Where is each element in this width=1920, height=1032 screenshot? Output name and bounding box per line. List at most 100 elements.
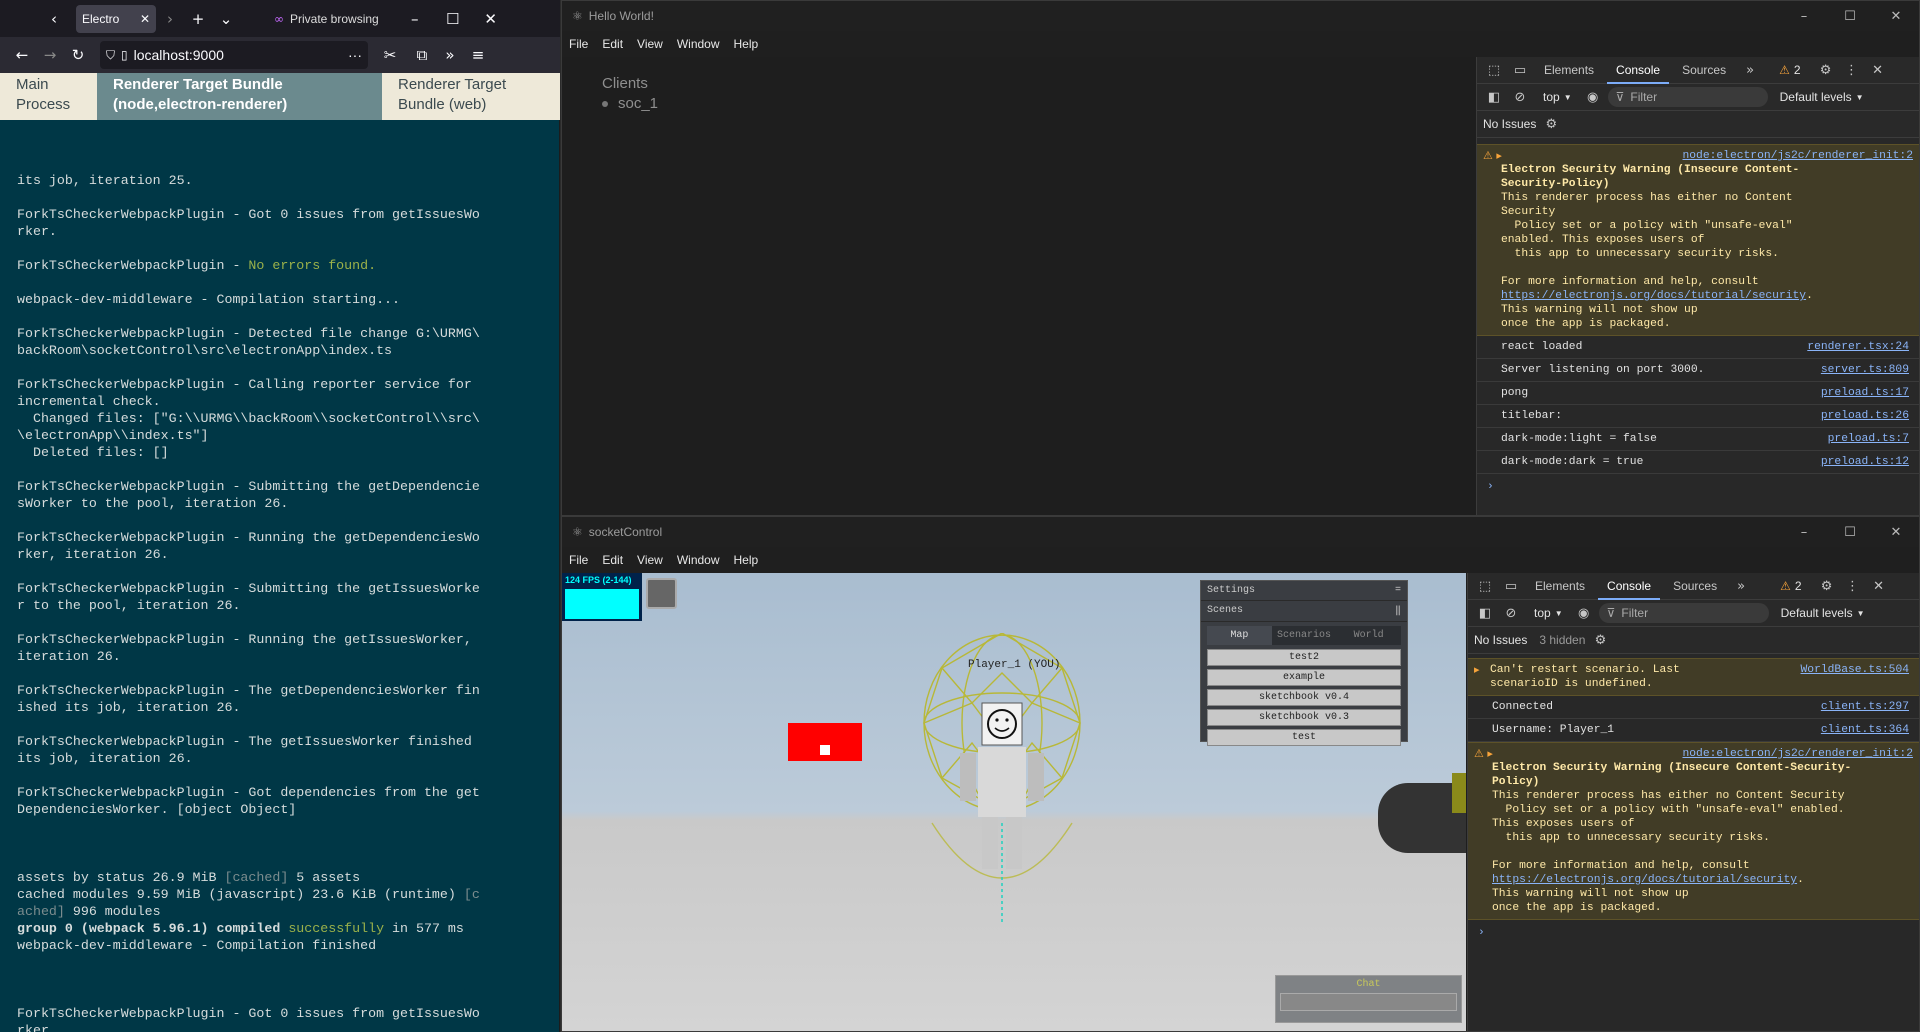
tab-elements[interactable]: Elements [1535, 57, 1603, 84]
menu-file[interactable]: File [562, 553, 595, 567]
tab-renderer-web[interactable]: Renderer Target Bundle (web) [382, 73, 560, 120]
tab-scroll-right-icon[interactable]: › [156, 5, 184, 33]
url-bar[interactable]: ⛉ ▯ localhost:9000 ··· [100, 41, 368, 69]
screenshot-icon[interactable]: ✂ [376, 41, 404, 69]
source-link[interactable]: preload.ts:17 [1821, 386, 1909, 400]
page-actions-icon[interactable]: ··· [348, 47, 362, 63]
reload-icon[interactable]: ↻ [64, 41, 92, 69]
source-link[interactable]: node:electron/js2c/renderer_init:2 [1683, 150, 1914, 162]
warning-icon[interactable]: ⚠ [1779, 63, 1790, 77]
settings-gear-icon[interactable]: ⚙ [1816, 575, 1838, 597]
back-icon[interactable]: ← [8, 41, 36, 69]
tab-map[interactable]: Map [1207, 626, 1272, 645]
console-prompt-icon[interactable]: › [1468, 920, 1919, 946]
device-toolbar-icon[interactable]: ▭ [1509, 59, 1531, 81]
source-link[interactable]: preload.ts:7 [1828, 432, 1909, 446]
forward-icon[interactable]: → [36, 41, 64, 69]
issues-count[interactable]: No Issues [1483, 117, 1536, 131]
kebab-menu-icon[interactable]: ⋮ [1841, 59, 1863, 81]
warning-count[interactable]: 2 [1795, 579, 1802, 593]
menu-help[interactable]: Help [727, 553, 766, 567]
issues-settings-icon[interactable]: ⚙ [1589, 629, 1611, 651]
scene-button[interactable]: example [1207, 669, 1401, 686]
eye-icon[interactable]: ◉ [1582, 86, 1604, 108]
more-tabs-icon[interactable]: » [1730, 575, 1752, 597]
menu-edit[interactable]: Edit [595, 37, 630, 51]
dropdown-icon[interactable]: ▼ [1857, 609, 1865, 618]
menu-edit[interactable]: Edit [595, 553, 630, 567]
dropdown-icon[interactable]: ▼ [1856, 93, 1864, 102]
sidebar-icon[interactable]: ◧ [1474, 602, 1496, 624]
menu-help[interactable]: Help [727, 37, 766, 51]
tab-elements[interactable]: Elements [1526, 573, 1594, 600]
settings-gear-icon[interactable]: ⚙ [1815, 59, 1837, 81]
close-devtools-icon[interactable]: ✕ [1867, 59, 1889, 81]
collapse-icon[interactable]: = [1395, 585, 1401, 596]
collapse-icon[interactable]: ‖ [1395, 605, 1401, 617]
tab-console[interactable]: Console [1598, 573, 1661, 600]
scenes-header[interactable]: Scenes ‖ [1201, 601, 1407, 622]
browser-tab[interactable]: Electro ✕ [76, 4, 156, 33]
eye-icon[interactable]: ◉ [1573, 602, 1595, 624]
source-link[interactable]: client.ts:297 [1821, 700, 1909, 714]
source-link[interactable]: preload.ts:26 [1821, 409, 1909, 423]
menu-window[interactable]: Window [670, 553, 727, 567]
log-levels-select[interactable]: Default levels [1781, 606, 1853, 620]
client-item[interactable]: soc_1 [602, 95, 1475, 112]
hidden-count[interactable]: 3 hidden [1539, 633, 1585, 647]
scene-button[interactable]: test2 [1207, 649, 1401, 666]
menu-icon[interactable]: ≡ [464, 41, 492, 69]
menu-window[interactable]: Window [670, 37, 727, 51]
tab-console[interactable]: Console [1607, 57, 1670, 84]
scene-button[interactable]: sketchbook v0.3 [1207, 709, 1401, 726]
filter-input[interactable]: ⊽ Filter [1607, 87, 1768, 107]
maximize-icon[interactable]: ☐ [439, 5, 467, 33]
device-toolbar-icon[interactable]: ▭ [1500, 575, 1522, 597]
tab-list-back-icon[interactable]: ‹ [40, 5, 68, 33]
dropdown-icon[interactable]: ▼ [1564, 93, 1572, 102]
settings-header[interactable]: Settings = [1201, 581, 1407, 601]
tab-scenarios[interactable]: Scenarios [1272, 626, 1337, 645]
clear-console-icon[interactable]: ⊘ [1500, 602, 1522, 624]
minimize-icon[interactable]: – [401, 5, 429, 33]
chat-input[interactable] [1280, 993, 1457, 1011]
source-link[interactable]: node:electron/js2c/renderer_init:2 [1683, 748, 1914, 760]
url-text[interactable]: localhost:9000 [134, 47, 224, 63]
expand-icon[interactable]: ▸ [1474, 663, 1480, 677]
maximize-icon[interactable]: ☐ [1827, 1, 1873, 31]
log-levels-select[interactable]: Default levels [1780, 90, 1852, 104]
filter-input[interactable]: ⊽ Filter [1598, 603, 1769, 623]
3d-scene-canvas[interactable]: 124 FPS (2-144) Player_1 (YOU) Settings … [562, 573, 1466, 1031]
dropdown-icon[interactable]: ▼ [1555, 609, 1563, 618]
extensions-icon[interactable]: ⧉ [408, 41, 436, 69]
menu-view[interactable]: View [630, 37, 670, 51]
console-prompt-icon[interactable]: › [1477, 474, 1919, 500]
context-selector[interactable]: top [1534, 606, 1551, 620]
tab-sources[interactable]: Sources [1673, 57, 1735, 84]
tab-main-process[interactable]: Main Process [0, 73, 97, 120]
issues-count[interactable]: No Issues [1474, 633, 1527, 647]
menu-file[interactable]: File [562, 37, 595, 51]
docs-link[interactable]: https://electronjs.org/docs/tutorial/sec… [1492, 874, 1797, 886]
maximize-icon[interactable]: ☐ [1827, 517, 1873, 547]
sidebar-icon[interactable]: ◧ [1483, 86, 1505, 108]
stats-toggle-button[interactable] [646, 578, 677, 609]
more-tools-icon[interactable]: » [436, 41, 464, 69]
close-tab-icon[interactable]: ✕ [140, 12, 150, 26]
client-name[interactable]: soc_1 [618, 95, 658, 112]
tab-world[interactable]: World [1336, 626, 1401, 645]
menu-view[interactable]: View [630, 553, 670, 567]
warning-icon[interactable]: ⚠ [1780, 579, 1791, 593]
close-icon[interactable]: ✕ [1873, 1, 1919, 31]
clear-console-icon[interactable]: ⊘ [1509, 86, 1531, 108]
close-devtools-icon[interactable]: ✕ [1868, 575, 1890, 597]
source-link[interactable]: client.ts:364 [1821, 723, 1909, 737]
tab-sources[interactable]: Sources [1664, 573, 1726, 600]
minimize-icon[interactable]: – [1781, 1, 1827, 31]
close-icon[interactable]: ✕ [1873, 517, 1919, 547]
inspect-icon[interactable]: ⬚ [1474, 575, 1496, 597]
scene-button[interactable]: sketchbook v0.4 [1207, 689, 1401, 706]
issues-settings-icon[interactable]: ⚙ [1540, 113, 1562, 135]
source-link[interactable]: server.ts:809 [1821, 363, 1909, 377]
minimize-icon[interactable]: – [1781, 517, 1827, 547]
